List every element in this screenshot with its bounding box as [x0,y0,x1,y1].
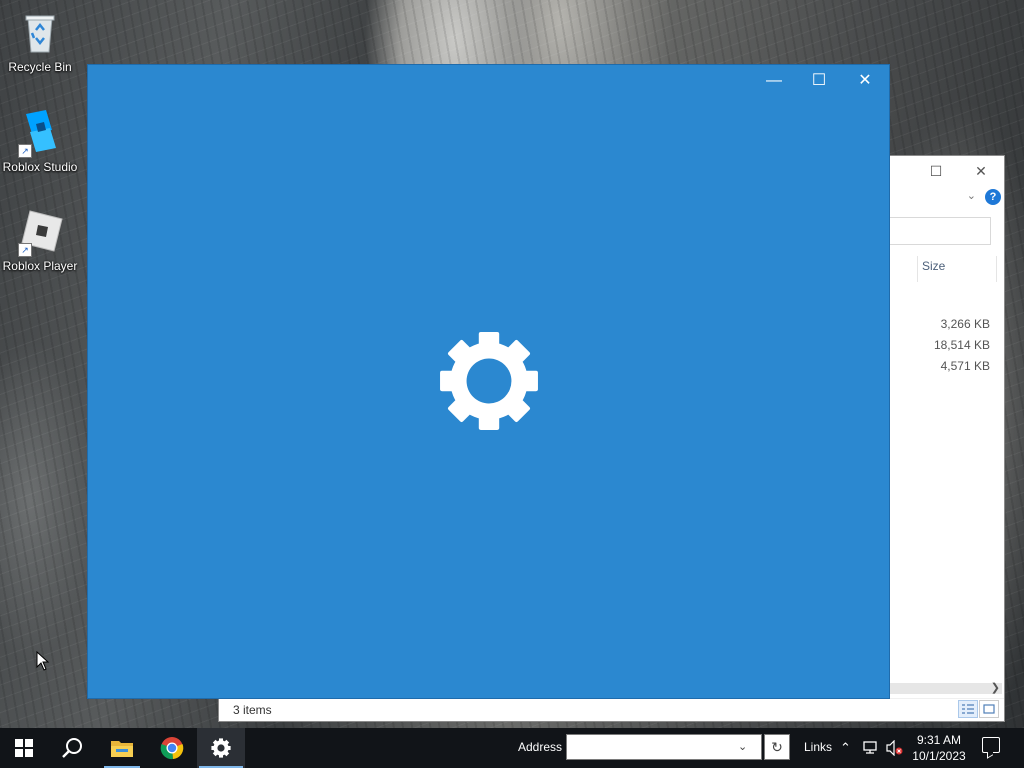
system-clock[interactable]: 9:31 AM 10/1/2023 [906,732,972,764]
help-icon[interactable]: ? [985,189,1001,205]
file-size-cell: 4,571 KB [940,359,990,373]
maximize-button[interactable]: ☐ [913,156,959,186]
minimize-button[interactable]: — [751,65,797,97]
file-explorer-icon [111,741,133,757]
file-size-cell: 3,266 KB [940,317,990,331]
clock-time: 9:31 AM [916,733,962,747]
windows-start-icon [15,739,33,757]
roblox-studio-icon: ↗ [16,108,64,158]
desktop-icon-label: Roblox Player [2,259,78,273]
column-header-size[interactable]: Size [917,256,997,282]
shortcut-arrow-icon: ↗ [18,144,32,158]
notification-center-icon[interactable] [982,737,1000,753]
column-header-label: Size [922,259,946,273]
shortcut-arrow-icon: ↗ [18,243,32,257]
search-input[interactable] [879,217,991,245]
chrome-taskbar-button[interactable] [148,728,196,768]
desktop-icon-roblox-player[interactable]: ↗ Roblox Player [0,207,80,273]
desktop-icon-recycle-bin[interactable]: Recycle Bin [0,8,80,74]
links-toolbar[interactable]: Links [804,740,832,754]
item-count: 3 items [233,703,272,717]
status-bar: 3 items [219,698,1004,721]
close-button[interactable]: ✕ [842,65,888,97]
large-icons-view-button[interactable] [979,700,999,718]
desktop-icon-label: Roblox Studio [2,160,78,174]
search-icon [62,738,82,758]
chevron-down-icon[interactable]: ⌄ [738,740,747,753]
desktop-icon-label: Recycle Bin [8,60,72,74]
settings-window[interactable]: — ☐ ✕ [87,64,890,699]
file-size-list: 3,266 KB 18,514 KB 4,571 KB [934,314,990,377]
roblox-player-icon: ↗ [16,207,64,257]
chevron-down-icon[interactable]: ⌄ [967,189,976,202]
show-hidden-icons-icon[interactable]: ⌃ [840,740,851,756]
address-toolbar-label: Address [518,740,563,754]
settings-taskbar-button[interactable] [197,728,245,768]
search-button[interactable] [48,728,96,768]
start-button[interactable] [0,728,48,768]
horizontal-scrollbar[interactable]: ❯ [889,681,1002,694]
network-icon[interactable] [862,740,880,759]
gear-icon [438,330,540,432]
address-input[interactable] [566,734,762,760]
refresh-button[interactable]: ↻ [764,734,790,760]
volume-muted-icon[interactable] [886,739,904,759]
file-size-cell: 18,514 KB [933,338,990,352]
details-view-button[interactable] [958,700,978,718]
clock-date: 10/1/2023 [912,749,966,763]
taskbar: Address ⌄ ↻ Links ⌃ 9:31 AM 10/1/2023 [0,728,1024,768]
close-button[interactable]: ✕ [958,156,1004,186]
scroll-right-icon[interactable]: ❯ [991,681,1000,694]
file-explorer-taskbar-button[interactable] [98,728,146,768]
mouse-cursor-icon [36,650,50,674]
chrome-icon [160,737,184,760]
recycle-bin-icon [16,8,64,56]
maximize-button[interactable]: ☐ [796,65,842,97]
desktop-icon-roblox-studio[interactable]: ↗ Roblox Studio [0,108,80,174]
settings-icon [211,738,231,758]
